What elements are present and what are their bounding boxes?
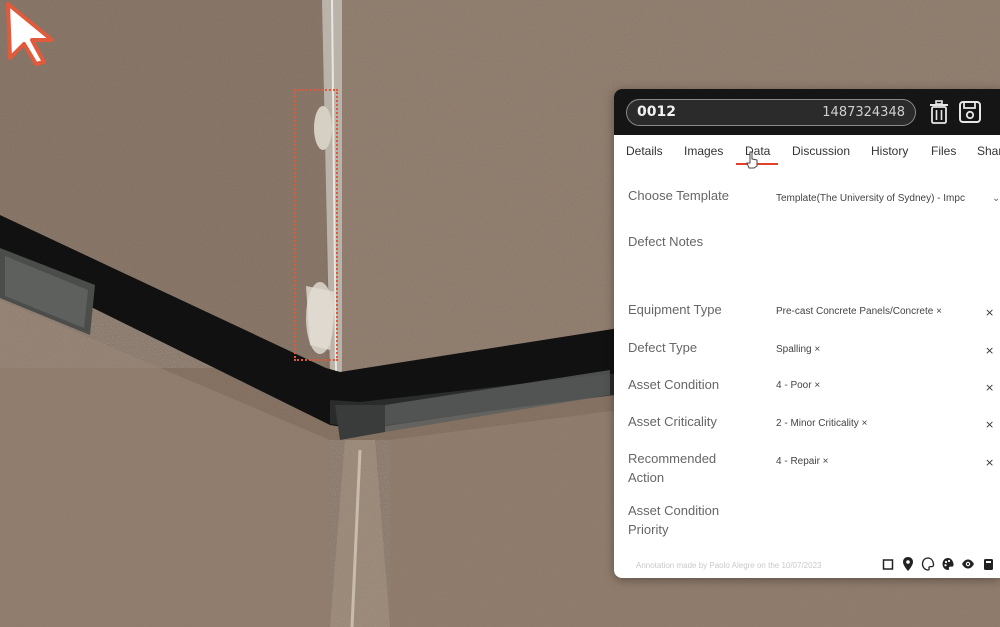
- square-icon[interactable]: [881, 556, 895, 572]
- defect-type-tag[interactable]: Spalling ×: [776, 344, 820, 355]
- equipment-type-tag[interactable]: Pre-cast Concrete Panels/Concrete ×: [776, 306, 942, 317]
- cursor-arrow-icon: [6, 2, 54, 66]
- defect-notes-input[interactable]: [776, 234, 1000, 288]
- location-pin-icon[interactable]: [901, 556, 915, 572]
- equipment-type-label: Equipment Type: [628, 302, 722, 317]
- asset-condition-clear-icon[interactable]: ×: [985, 381, 994, 394]
- annotation-number: 1487324348: [822, 105, 905, 120]
- panel-header: 0012 1487324348: [614, 89, 1000, 135]
- defect-type-label: Defect Type: [628, 340, 698, 355]
- asset-condition-priority-label-line2: Priority: [628, 522, 669, 537]
- palette-icon[interactable]: [941, 556, 955, 572]
- recommended-action-tag[interactable]: 4 - Repair ×: [776, 456, 829, 467]
- palette-outline-icon[interactable]: [921, 556, 935, 572]
- recommended-action-label-line2: Action: [628, 470, 665, 485]
- tab-details[interactable]: Details: [626, 144, 663, 158]
- asset-condition-priority-label-line1: Asset Condition: [628, 503, 720, 518]
- tab-files[interactable]: Files: [931, 144, 956, 158]
- recommended-action-label-line1: Recommended: [628, 451, 717, 466]
- eye-icon[interactable]: [961, 556, 975, 572]
- asset-criticality-tag[interactable]: 2 - Minor Criticality ×: [776, 418, 867, 429]
- annotation-panel: 0012 1487324348 Details Images Data Disc…: [614, 89, 1000, 578]
- annotation-id: 0012: [637, 104, 676, 120]
- recommended-action-clear-icon[interactable]: ×: [985, 456, 994, 469]
- asset-criticality-label: Asset Criticality: [628, 414, 717, 429]
- asset-criticality-clear-icon[interactable]: ×: [985, 418, 994, 431]
- tab-discussion[interactable]: Discussion: [792, 144, 850, 158]
- annotation-id-field[interactable]: 0012 1487324348: [626, 99, 916, 126]
- equipment-type-clear-icon[interactable]: ×: [985, 306, 994, 319]
- panel-tabs: Details Images Data Discussion History F…: [614, 135, 1000, 167]
- annotation-credit: Annotation made by Paolo Alegre on the 1…: [636, 561, 822, 570]
- defect-type-clear-icon[interactable]: ×: [985, 344, 994, 357]
- chevron-down-icon[interactable]: ⌄: [992, 193, 1000, 204]
- tab-history[interactable]: History: [871, 144, 908, 158]
- template-select[interactable]: Template(The University of Sydney) - Imp…: [776, 193, 965, 204]
- tab-share[interactable]: Shar: [977, 144, 1000, 158]
- trash-icon[interactable]: [927, 99, 951, 125]
- choose-template-label: Choose Template: [628, 188, 729, 203]
- tab-images[interactable]: Images: [684, 144, 723, 158]
- hand-pointer-icon: [746, 151, 758, 169]
- defect-annotation-outline[interactable]: [294, 89, 338, 361]
- asset-condition-label: Asset Condition: [628, 377, 720, 392]
- more-icon[interactable]: [981, 556, 995, 572]
- save-icon[interactable]: [958, 99, 982, 125]
- asset-condition-tag[interactable]: 4 - Poor ×: [776, 380, 820, 391]
- defect-notes-label: Defect Notes: [628, 234, 704, 249]
